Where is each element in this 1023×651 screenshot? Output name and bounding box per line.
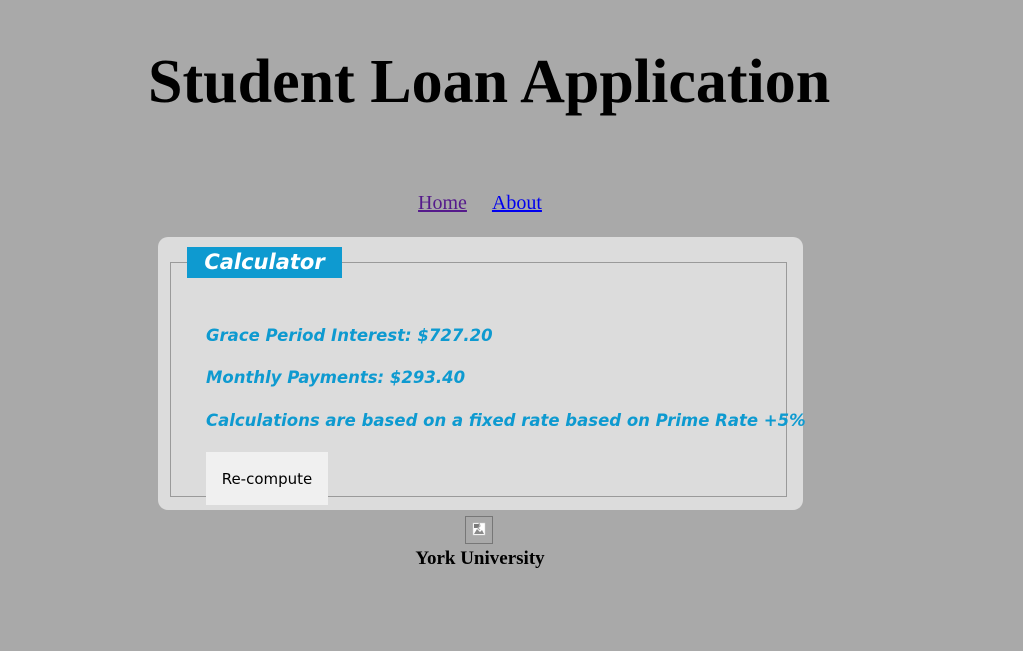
page-title: Student Loan Application <box>148 48 831 116</box>
page: Student Loan Application Home About Grac… <box>0 0 1023 651</box>
nav-bar: Home About <box>0 190 960 216</box>
rate-note: Calculations are based on a fixed rate b… <box>206 411 806 430</box>
calculator-legend: Calculator <box>187 247 342 278</box>
recompute-button[interactable]: Re-compute <box>206 452 328 505</box>
nav-link-about[interactable]: About <box>492 192 542 214</box>
calculator-card: Grace Period Interest: $727.20 Monthly P… <box>158 237 806 510</box>
broken-image-icon <box>465 516 493 544</box>
footer-institution: York University <box>415 548 545 569</box>
calculator-fieldset: Grace Period Interest: $727.20 Monthly P… <box>170 262 806 505</box>
nav-link-home[interactable]: Home <box>418 192 467 214</box>
monthly-payments: Monthly Payments: $293.40 <box>206 368 466 387</box>
grace-period-interest: Grace Period Interest: $727.20 <box>206 326 493 345</box>
